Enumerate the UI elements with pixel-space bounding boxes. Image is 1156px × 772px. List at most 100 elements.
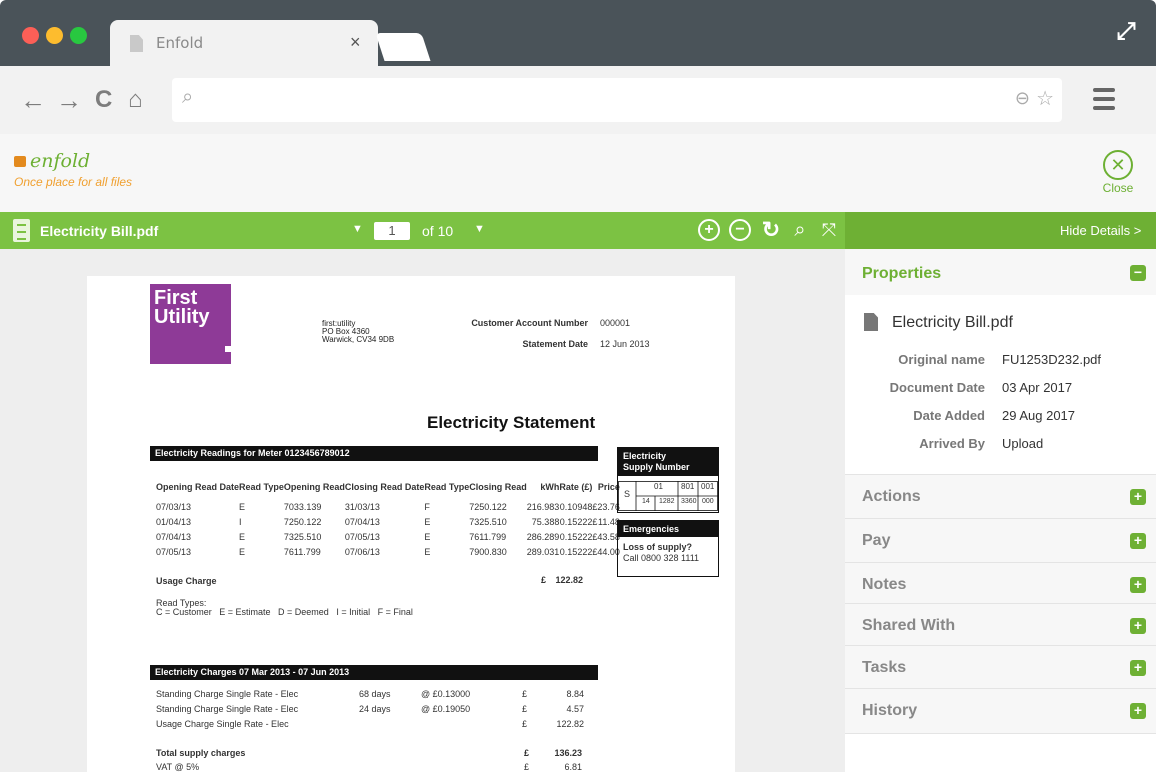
fullscreen-icon[interactable]: ⤧ xyxy=(818,219,840,241)
supply-cell: 000 xyxy=(702,498,714,505)
close-button[interactable]: ✕ Close xyxy=(1100,150,1136,195)
charges-table: Standing Charge Single Rate - Elec 68 day… xyxy=(156,686,584,731)
section-title: History xyxy=(862,702,918,719)
supply-header: Supply Number xyxy=(623,462,690,472)
emergency-phone: Call 0800 328 1111 xyxy=(623,553,700,563)
document-name: Electricity Bill.pdf xyxy=(40,223,159,239)
statement-date-label: Statement Date xyxy=(522,339,588,349)
enfold-logo[interactable]: enfold xyxy=(14,150,90,172)
readings-header: Electricity Readings for Meter 012345678… xyxy=(150,446,598,461)
table-row: 07/04/13 E 7325.510 07/05/13 E 7611.799 286.28… xyxy=(156,531,620,542)
browser-tab[interactable]: Enfold × xyxy=(110,20,378,66)
table-row: Standing Charge Single Rate - Elec 68 day… xyxy=(156,688,584,699)
column-header: Opening Read Date xyxy=(156,482,240,492)
column-header: Read Type xyxy=(239,482,284,492)
supply-cell: 001 xyxy=(701,482,715,491)
property-label: Original name xyxy=(898,352,985,367)
section-title: Pay xyxy=(862,532,891,549)
loss-of-supply-label: Loss of supply? xyxy=(623,542,693,552)
section-notes[interactable]: Notes + xyxy=(845,562,1156,606)
expand-plus-icon[interactable]: + xyxy=(1130,489,1146,505)
new-tab-button[interactable] xyxy=(375,33,431,61)
section-history[interactable]: History + xyxy=(845,688,1156,733)
section-pay[interactable]: Pay + xyxy=(845,518,1156,562)
account-value: 000001 xyxy=(600,318,631,328)
total-value: 136.23 xyxy=(554,748,582,758)
address-line: Warwick, CV34 9DB xyxy=(322,335,395,344)
close-icon: ✕ xyxy=(1103,150,1133,180)
bookmark-star-icon[interactable]: ☆ xyxy=(1036,86,1054,111)
supply-cell: 14 xyxy=(642,498,650,505)
properties-file-name: Electricity Bill.pdf xyxy=(892,314,1013,331)
file-icon xyxy=(864,313,878,331)
property-label: Document Date xyxy=(889,380,985,395)
tab-close-icon[interactable]: × xyxy=(350,32,361,53)
next-page-icon[interactable]: ▼ xyxy=(474,223,485,235)
reload-icon[interactable]: C xyxy=(95,86,112,114)
app-header xyxy=(0,134,1156,212)
expand-plus-icon[interactable]: + xyxy=(1130,618,1146,634)
maximize-window-button[interactable] xyxy=(70,27,87,44)
supply-cell: 01 xyxy=(654,482,663,491)
section-title: Tasks xyxy=(862,659,907,676)
property-value: 03 Apr 2017 xyxy=(1002,380,1073,395)
page-count: of 10 xyxy=(422,223,454,239)
column-header: Rate (£) xyxy=(559,482,593,492)
folder-icon xyxy=(14,156,26,167)
supplier-address: first:utility PO Box 4360 Warwick, CV34 … xyxy=(322,320,394,344)
zoom-out-icon[interactable]: − xyxy=(729,219,751,241)
search-icon[interactable]: ⌕ xyxy=(789,219,811,241)
column-header: Closing Read Date xyxy=(344,482,425,492)
tab-title: Enfold xyxy=(156,34,204,52)
supply-header: Electricity xyxy=(623,451,667,461)
vat-label: VAT @ 5% xyxy=(156,762,200,772)
forward-arrow-icon[interactable]: → xyxy=(56,86,82,114)
app-tagline: Once place for all files xyxy=(14,175,133,189)
emergencies-header: Emergencies xyxy=(618,521,718,537)
section-actions[interactable]: Actions + xyxy=(845,474,1156,518)
document-icon xyxy=(13,219,30,242)
expand-icon[interactable]: ⤢ xyxy=(1112,18,1140,46)
table-row: 01/04/13 I 7250.122 07/04/13 E 7325.510 75.388… xyxy=(156,516,620,527)
close-window-button[interactable] xyxy=(22,27,39,44)
table-header-row: Opening Read Date Read Type Opening Read… xyxy=(156,475,620,499)
previous-page-icon[interactable]: ▼ xyxy=(352,223,363,235)
hide-details-link[interactable]: Hide Details > xyxy=(1060,223,1141,238)
account-info: Customer Account Number 000001 Statement … xyxy=(470,318,649,360)
section-title: Actions xyxy=(862,488,921,505)
section-title: Notes xyxy=(862,576,907,593)
total-currency: £ xyxy=(524,748,530,758)
home-icon[interactable]: ⌂ xyxy=(128,86,143,114)
read-types-list: C = Customer E = Estimate D = Deemed I =… xyxy=(156,607,413,617)
statement-title: Electricity Statement xyxy=(427,413,596,432)
logo-text: enfold xyxy=(30,150,91,172)
supply-cell: 1282 xyxy=(659,498,675,505)
column-header: Closing Read xyxy=(469,482,527,492)
browser-menu-icon[interactable] xyxy=(1093,88,1115,110)
expand-plus-icon[interactable]: + xyxy=(1130,577,1146,593)
properties-title: Properties xyxy=(862,265,942,282)
collapse-properties-icon[interactable]: − xyxy=(1130,265,1146,281)
column-header: Read Type xyxy=(424,482,470,492)
page-number-input[interactable]: 1 xyxy=(374,222,410,240)
expand-plus-icon[interactable]: + xyxy=(1130,533,1146,549)
expand-plus-icon[interactable]: + xyxy=(1130,703,1146,719)
charges-header: Electricity Charges 07 Mar 2013 - 07 Jun… xyxy=(150,665,598,680)
table-row: 07/03/13 E 7033.139 31/03/13 F 7250.122 216.98… xyxy=(156,501,620,512)
back-arrow-icon[interactable]: ← xyxy=(20,86,46,114)
expand-plus-icon[interactable]: + xyxy=(1130,660,1146,676)
property-label: Arrived By xyxy=(919,436,985,451)
search-icon: ⌕ xyxy=(182,86,194,108)
vat-currency: £ xyxy=(524,762,530,772)
zoom-out-icon[interactable]: ⊖ xyxy=(1015,88,1030,109)
rotate-icon[interactable]: ↻ xyxy=(760,219,782,241)
supply-cell: 3360 xyxy=(681,498,697,505)
minimize-window-button[interactable] xyxy=(46,27,63,44)
zoom-in-icon[interactable]: + xyxy=(698,219,720,241)
read-types-legend: Read Types: C = Customer E = Estimate D … xyxy=(156,599,413,617)
property-label: Date Added xyxy=(913,408,985,423)
usage-charge-value: 122.82 xyxy=(555,575,583,585)
url-bar[interactable]: ⌕ ⊖ ☆ xyxy=(172,78,1062,122)
section-shared-with[interactable]: Shared With + xyxy=(845,603,1156,647)
section-tasks[interactable]: Tasks + xyxy=(845,645,1156,689)
